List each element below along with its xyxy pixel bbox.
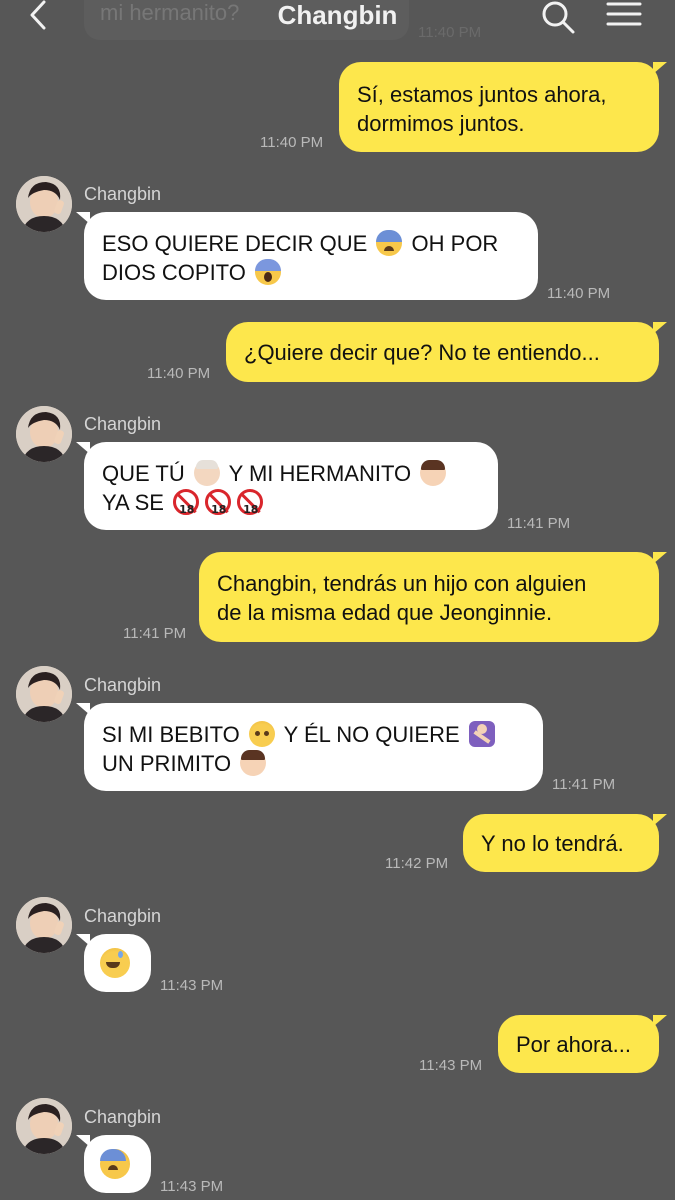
message-text: Y ÉL NO QUIERE (283, 722, 460, 747)
bubble-tail (76, 934, 90, 946)
message-time: 11:40 PM (260, 134, 324, 151)
message-text-line: Sí, estamos juntos ahora, (357, 82, 607, 107)
message-text-line: ¿Quiere decir que? No te entiendo... (244, 340, 600, 365)
sender-name: Changbin (84, 675, 162, 695)
anxious-face-icon (100, 1149, 130, 1179)
message-text: ESO QUIERE DECIR QUE (102, 231, 368, 256)
avatar[interactable] (16, 176, 72, 232)
message-text: QUE TÚ (102, 461, 185, 486)
message-text-line: QUE TÚ Y MI HERMANITO (102, 459, 449, 488)
message-text-line: de la misma edad que Jeonginnie. (217, 600, 553, 625)
message-time: 11:40 PM (547, 285, 611, 302)
bubble-tail (653, 322, 667, 334)
message-time: 11:41 PM (507, 515, 571, 532)
sender-name: Changbin (84, 906, 162, 926)
boy-icon (420, 460, 447, 486)
person-gesturing-no-icon (468, 721, 495, 747)
chat-header: mi hermanito? 11:40 PM Changbin (0, 0, 675, 41)
message-text-line: YA SE (102, 488, 266, 524)
incoming-message-bubble[interactable]: SI MI BEBITO Y ÉL NO QUIERE UN PRIMITO (84, 703, 543, 791)
sender-name: Changbin (84, 1107, 162, 1127)
message-time: 11:43 PM (160, 977, 224, 994)
outgoing-message-bubble[interactable]: Por ahora... (498, 1015, 659, 1073)
incoming-message-bubble[interactable] (84, 1135, 151, 1193)
message-time: 11:43 PM (160, 1178, 224, 1195)
message-time: 11:41 PM (552, 776, 616, 793)
message-text: SI MI BEBITO (102, 722, 240, 747)
back-button[interactable] (24, 0, 54, 34)
no-under-18-icon (205, 489, 232, 524)
message-text-line: UN PRIMITO (102, 749, 269, 778)
incoming-message-bubble[interactable] (84, 934, 151, 992)
message-text-line: DIOS COPITO (102, 258, 284, 287)
outgoing-message-bubble[interactable]: Y no lo tendrá. (463, 814, 659, 872)
old-man-icon (193, 460, 220, 486)
avatar[interactable] (16, 666, 72, 722)
message-text: OH POR (411, 231, 499, 256)
bubble-tail (76, 212, 90, 224)
avatar-image (16, 897, 72, 953)
avatar-image (16, 176, 72, 232)
no-under-18-icon (237, 489, 264, 524)
bubble-tail (653, 62, 667, 74)
outgoing-message-bubble[interactable]: Changbin, tendrás un hijo con alguien de… (199, 552, 659, 642)
screaming-face-icon (254, 259, 281, 285)
message-time: 11:40 PM (147, 365, 211, 382)
avatar[interactable] (16, 406, 72, 462)
anxious-face-icon (376, 230, 403, 256)
avatar-image (16, 406, 72, 462)
search-icon (542, 1, 575, 34)
incoming-message-bubble[interactable]: ESO QUIERE DECIR QUE OH POR DIOS COPITO (84, 212, 538, 300)
avatar[interactable] (16, 897, 72, 953)
bubble-tail (76, 703, 90, 715)
message-text-line: SI MI BEBITO Y ÉL NO QUIERE (102, 720, 498, 749)
message-text: UN PRIMITO (102, 751, 232, 776)
message-text-line: dormimos juntos. (357, 111, 525, 136)
message-time: 11:41 PM (123, 625, 187, 642)
outgoing-message-bubble[interactable]: ¿Quiere decir que? No te entiendo... (226, 322, 659, 382)
menu-button[interactable] (604, 0, 644, 30)
message-text: Y MI HERMANITO (228, 461, 412, 486)
bubble-tail (76, 442, 90, 454)
search-button[interactable] (538, 0, 578, 36)
message-time: 11:43 PM (419, 1057, 483, 1074)
sender-name: Changbin (84, 184, 162, 204)
bubble-tail (76, 1135, 90, 1147)
avatar-image (16, 1098, 72, 1154)
bubble-tail (653, 814, 667, 826)
menu-icon (606, 2, 642, 26)
bubble-tail (653, 1015, 667, 1027)
message-text: YA SE (102, 490, 164, 515)
message-text: DIOS COPITO (102, 260, 246, 285)
message-time: 11:42 PM (385, 855, 449, 872)
sender-name: Changbin (84, 414, 162, 434)
avatar[interactable] (16, 1098, 72, 1154)
message-text-line: Por ahora... (516, 1032, 631, 1057)
holding-back-tears-icon (248, 721, 275, 747)
bubble-tail (653, 552, 667, 564)
message-text-line: Y no lo tendrá. (481, 831, 624, 856)
boy-icon (240, 750, 267, 776)
incoming-message-bubble[interactable]: QUE TÚ Y MI HERMANITO YA SE (84, 442, 498, 530)
grinning-sweat-icon (100, 948, 130, 978)
chevron-left-icon (30, 0, 46, 30)
outgoing-message-bubble[interactable]: Sí, estamos juntos ahora, dormimos junto… (339, 62, 659, 152)
message-text-line: Changbin, tendrás un hijo con alguien (217, 571, 587, 596)
no-under-18-icon (173, 489, 200, 524)
avatar-image (16, 666, 72, 722)
message-text-line: ESO QUIERE DECIR QUE OH POR (102, 229, 498, 258)
